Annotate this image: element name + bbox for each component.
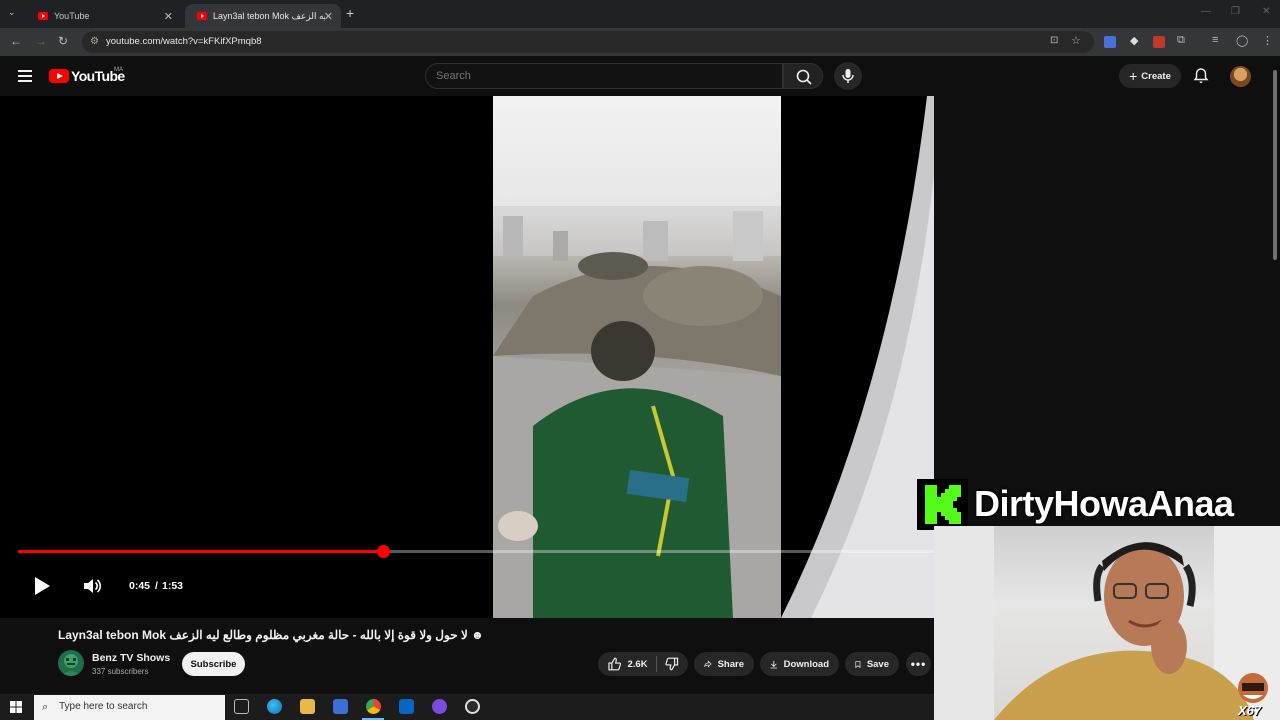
channel-name[interactable]: Benz TV Shows xyxy=(92,652,170,664)
obs-icon[interactable] xyxy=(465,699,480,714)
task-view-icon[interactable] xyxy=(234,699,249,714)
close-tab-icon[interactable]: ✕ xyxy=(164,10,173,23)
browser-tab-bar: ⌄ YouTube ✕ Layn3al tebon Mok لا حول ولا… xyxy=(0,0,1280,28)
like-icon[interactable] xyxy=(608,657,622,671)
account-avatar[interactable] xyxy=(1230,66,1251,87)
subscribe-button[interactable]: Subscribe xyxy=(182,652,245,676)
channel-avatar[interactable] xyxy=(58,650,84,676)
kick-logo-icon xyxy=(917,479,968,530)
streamer-brand-overlay: DirtyHowaAnaa xyxy=(917,479,1280,531)
browser-toolbar: ← → ↻ ⚙ youtube.com/watch?v=kFKifXPmqb8 … xyxy=(0,28,1280,56)
badge-count: X67 xyxy=(1238,703,1262,718)
like-dislike-group: 2.6K xyxy=(598,652,688,676)
chrome-icon[interactable] xyxy=(366,699,381,714)
progress-bar-fill xyxy=(18,550,383,553)
progress-bar[interactable] xyxy=(18,545,934,558)
voice-search-button[interactable] xyxy=(834,62,862,90)
address-bar[interactable]: ⚙ youtube.com/watch?v=kFKifXPmqb8 ⊡ ☆ xyxy=(82,31,1094,53)
reload-icon[interactable]: ↻ xyxy=(58,34,68,48)
site-info-icon[interactable]: ⚙ xyxy=(90,36,99,47)
youtube-logo-icon[interactable] xyxy=(49,69,69,83)
edge-icon[interactable] xyxy=(267,699,282,714)
store-icon[interactable] xyxy=(333,699,348,714)
streamer-webcam xyxy=(934,526,1280,720)
current-time: 0:45 xyxy=(129,580,151,592)
scrubber-handle[interactable] xyxy=(376,545,390,558)
windows-taskbar: ⌕ Type here to search xyxy=(0,694,934,720)
more-actions-button[interactable]: ••• xyxy=(906,652,931,676)
background-graphic xyxy=(781,96,934,618)
streamer-name: DirtyHowaAnaa xyxy=(974,483,1234,524)
media-control-icon[interactable]: ≡ xyxy=(1212,34,1224,46)
youtube-header: YouTube MA + Create xyxy=(0,56,1280,96)
video-player[interactable]: 0:45 / 1:53 xyxy=(0,96,934,618)
profile-icon[interactable]: ◯ xyxy=(1236,34,1248,47)
tab-label: Layn3al tebon Mok لا حول ولا قوة إلا بال… xyxy=(213,10,325,21)
extension-icon[interactable]: ◆ xyxy=(1130,34,1142,47)
install-app-icon[interactable]: ⊡ xyxy=(1050,35,1058,46)
bookmark-star-icon[interactable]: ☆ xyxy=(1071,34,1081,47)
duration: 1:53 xyxy=(162,580,184,592)
bookmark-icon xyxy=(855,660,861,668)
file-explorer-icon[interactable] xyxy=(300,699,315,714)
youtube-favicon-icon xyxy=(38,12,48,20)
volume-icon[interactable] xyxy=(82,577,102,595)
like-divider xyxy=(655,656,657,672)
dislike-icon[interactable] xyxy=(664,657,678,671)
minimize-icon[interactable]: — xyxy=(1201,6,1211,17)
time-separator: / xyxy=(155,580,158,592)
like-count[interactable]: 2.6K xyxy=(627,659,647,670)
tab-youtube[interactable]: YouTube ✕ xyxy=(26,4,181,28)
share-icon xyxy=(704,660,712,668)
taskbar-search-placeholder: Type here to search xyxy=(59,701,148,712)
video-scene xyxy=(493,206,781,618)
country-code: MA xyxy=(114,67,123,73)
restore-icon[interactable]: ❐ xyxy=(1231,6,1240,17)
search-button[interactable] xyxy=(783,63,823,89)
close-tab-icon[interactable]: ✕ xyxy=(324,10,333,23)
save-button[interactable]: Save xyxy=(845,652,899,676)
taskbar-search-box[interactable]: ⌕ Type here to search xyxy=(34,695,225,720)
plus-icon: + xyxy=(1129,68,1138,84)
microphone-icon xyxy=(842,69,854,83)
search-input[interactable] xyxy=(425,63,783,89)
create-button[interactable]: + Create xyxy=(1119,64,1181,88)
close-window-icon[interactable]: ✕ xyxy=(1262,6,1270,17)
translate-extension-icon[interactable] xyxy=(1104,36,1116,48)
video-frame xyxy=(493,96,781,618)
windows-start-icon[interactable] xyxy=(10,701,22,713)
share-button[interactable]: Share xyxy=(694,652,754,676)
menu-icon[interactable] xyxy=(18,70,32,82)
extension-red-icon[interactable] xyxy=(1153,36,1165,48)
more-icon: ••• xyxy=(910,657,927,671)
download-button[interactable]: Download xyxy=(760,652,839,676)
create-label: Create xyxy=(1141,70,1171,82)
youtube-favicon-icon xyxy=(197,12,207,20)
share-label: Share xyxy=(717,658,744,670)
tab-video[interactable]: Layn3al tebon Mok لا حول ولا قوة إلا بال… xyxy=(185,4,341,28)
browser-menu-icon[interactable]: ⋮ xyxy=(1262,34,1274,47)
outlook-icon[interactable] xyxy=(399,699,414,714)
scrollbar-thumb[interactable] xyxy=(1273,70,1277,260)
forward-icon[interactable]: → xyxy=(35,34,47,48)
tab-label: YouTube xyxy=(54,11,90,21)
new-tab-icon[interactable]: + xyxy=(346,5,354,21)
extensions-puzzle-icon[interactable]: ⧉ xyxy=(1177,34,1189,46)
save-label: Save xyxy=(866,658,889,670)
subscriber-count: 337 subscribers xyxy=(92,667,149,676)
play-icon[interactable] xyxy=(32,576,52,596)
page-scrollbar[interactable] xyxy=(1270,62,1280,262)
tab-search-icon[interactable]: ⌄ xyxy=(8,7,16,18)
messenger-icon[interactable] xyxy=(432,699,447,714)
back-icon[interactable]: ← xyxy=(10,34,22,48)
notifications-bell-icon[interactable] xyxy=(1192,67,1210,85)
search-icon xyxy=(796,69,812,85)
search-icon: ⌕ xyxy=(42,701,49,713)
url-text: youtube.com/watch?v=kFKifXPmqb8 xyxy=(106,36,262,47)
download-label: Download xyxy=(783,658,829,670)
video-title: Layn3al tebon Mok لا حول ولا قوة إلا بال… xyxy=(58,628,484,642)
download-icon xyxy=(770,660,777,668)
